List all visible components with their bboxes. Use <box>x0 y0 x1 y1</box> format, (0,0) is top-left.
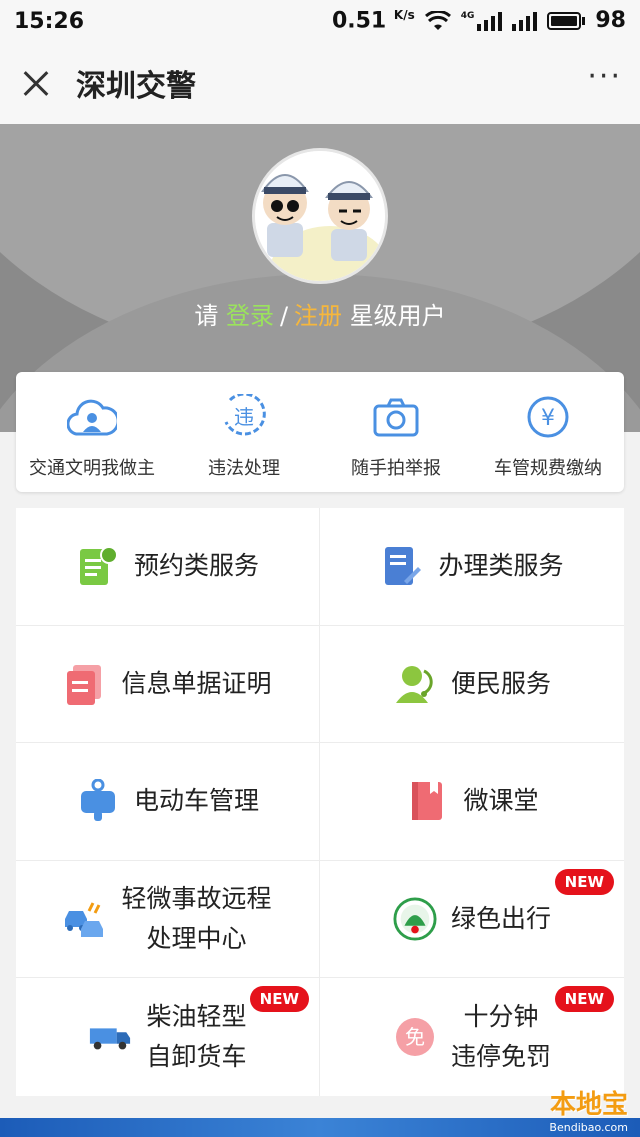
page-title: 深圳交警 <box>76 69 196 104</box>
bottom-strip <box>0 1118 640 1137</box>
green-travel-icon <box>393 897 437 941</box>
police-mascot-icon <box>255 151 385 281</box>
svg-text:¥: ¥ <box>541 406 555 431</box>
service-appointment[interactable]: 预约类服务 <box>16 508 320 626</box>
service-green-travel[interactable]: 绿色出行 NEW <box>320 861 624 979</box>
appointment-icon <box>76 544 120 588</box>
camera-icon <box>371 392 421 442</box>
service-diesel-truck-label: 柴油轻型 自卸货车 <box>146 1002 247 1072</box>
services-grid: 预约类服务 办理类服务 信息单据证明 便民服务 电动车管理 微课堂 轻微事故远程… <box>16 508 624 1096</box>
service-parking-exempt[interactable]: 免 十分钟 违停免罚 NEW <box>320 978 624 1096</box>
violation-icon: 违 <box>219 392 269 442</box>
service-documents[interactable]: 信息单据证明 <box>16 625 320 744</box>
status-time: 15:26 <box>14 8 85 34</box>
status-indicators: 0.51 K/s 4G 98 <box>332 8 626 33</box>
service-person-icon <box>393 662 437 706</box>
yen-icon: ¥ <box>523 392 573 442</box>
login-prompt: 请 登录 / 注册 星级用户 <box>194 302 446 330</box>
new-badge: NEW <box>554 986 614 1013</box>
title-bar: 深圳交警 ··· <box>0 42 640 124</box>
quick-action-violation[interactable]: 违 违法处理 <box>168 372 320 492</box>
battery-icon <box>547 11 586 30</box>
truck-icon <box>88 1015 132 1059</box>
more-options-button[interactable]: ··· <box>587 59 622 108</box>
service-micro-class[interactable]: 微课堂 <box>320 743 624 861</box>
new-badge: NEW <box>554 868 614 895</box>
watermark: 本地宝 Bendibao.com <box>549 1090 628 1134</box>
svg-text:免: 免 <box>405 1025 425 1049</box>
wifi-icon <box>424 10 451 30</box>
book-icon <box>405 779 449 823</box>
login-link[interactable]: 登录 <box>226 302 274 330</box>
register-link[interactable]: 注册 <box>294 302 342 330</box>
cloud-user-icon <box>67 392 117 442</box>
service-minor-accident-label: 轻微事故远程 处理中心 <box>121 884 272 954</box>
ebike-icon <box>76 779 120 823</box>
cellular-signal-icon <box>512 11 538 31</box>
quick-action-fee-payment[interactable]: ¥ 车管规费缴纳 <box>472 372 624 492</box>
quick-action-civilized-traffic[interactable]: 交通文明我做主 <box>16 372 168 492</box>
handling-icon <box>380 544 424 588</box>
service-handling[interactable]: 办理类服务 <box>320 508 624 626</box>
avatar[interactable] <box>252 148 388 284</box>
cellular-4g-icon: 4G <box>461 11 503 31</box>
new-badge: NEW <box>249 986 309 1013</box>
exempt-icon: 免 <box>393 1015 437 1059</box>
service-diesel-truck[interactable]: 柴油轻型 自卸货车 NEW <box>16 978 320 1096</box>
status-bar: 15:26 0.51 K/s 4G 98 <box>0 0 640 42</box>
accident-icon <box>63 897 107 941</box>
service-convenience[interactable]: 便民服务 <box>320 626 624 744</box>
quick-action-report-photo[interactable]: 随手拍举报 <box>320 372 472 492</box>
document-icon <box>63 662 107 706</box>
service-minor-accident[interactable]: 轻微事故远程 处理中心 <box>16 860 320 979</box>
service-ebike[interactable]: 电动车管理 <box>16 743 320 861</box>
service-parking-exempt-label: 十分钟 违停免罚 <box>450 1002 551 1072</box>
battery-level: 98 <box>595 8 626 34</box>
svg-text:违: 违 <box>234 405 254 429</box>
network-speed: 0.51 K/s <box>331 8 415 34</box>
close-button[interactable] <box>18 65 54 101</box>
quick-actions: 交通文明我做主 违 违法处理 随手拍举报 ¥ 车管规费缴纳 <box>16 372 624 492</box>
